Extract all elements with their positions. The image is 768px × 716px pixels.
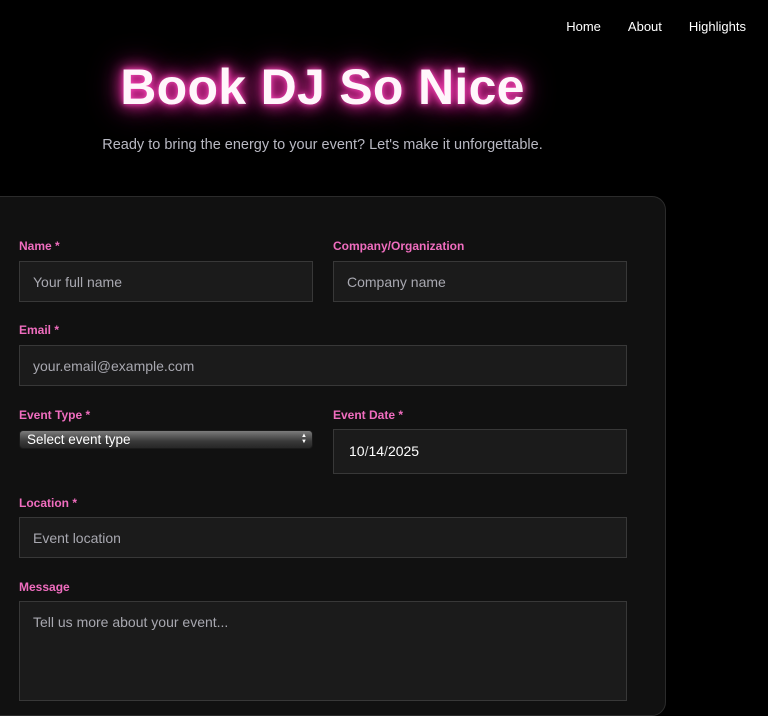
page-title: Book DJ So Nice [120, 59, 525, 115]
message-label: Message [19, 580, 70, 594]
company-label: Company/Organization [333, 239, 465, 253]
event-date-input[interactable]: 10/14/2025 [333, 429, 627, 474]
name-label: Name * [19, 239, 60, 253]
event-date-year[interactable]: 2025 [388, 443, 419, 459]
nav-highlights-link[interactable]: Highlights [689, 19, 746, 34]
event-date-label: Event Date * [333, 408, 404, 422]
location-label: Location * [19, 496, 78, 510]
location-input[interactable] [19, 517, 627, 558]
event-type-selected-value: Select event type [27, 432, 131, 447]
nav-about-link[interactable]: About [628, 19, 662, 34]
select-arrows-icon: ▲ ▼ [301, 433, 307, 445]
message-textarea[interactable] [19, 601, 627, 701]
page-subtitle: Ready to bring the energy to your event?… [102, 137, 543, 153]
event-date-day[interactable]: 14 [368, 443, 384, 459]
email-input[interactable] [19, 345, 627, 386]
event-type-select[interactable]: Select event type ▲ ▼ [19, 430, 313, 449]
name-input[interactable] [19, 261, 313, 302]
company-input[interactable] [333, 261, 627, 302]
event-date-month[interactable]: 10 [349, 443, 365, 459]
event-type-label: Event Type * [19, 408, 91, 422]
email-label: Email * [19, 323, 60, 337]
nav-home-link[interactable]: Home [566, 19, 601, 34]
top-nav: Home About Highlights [566, 19, 746, 34]
